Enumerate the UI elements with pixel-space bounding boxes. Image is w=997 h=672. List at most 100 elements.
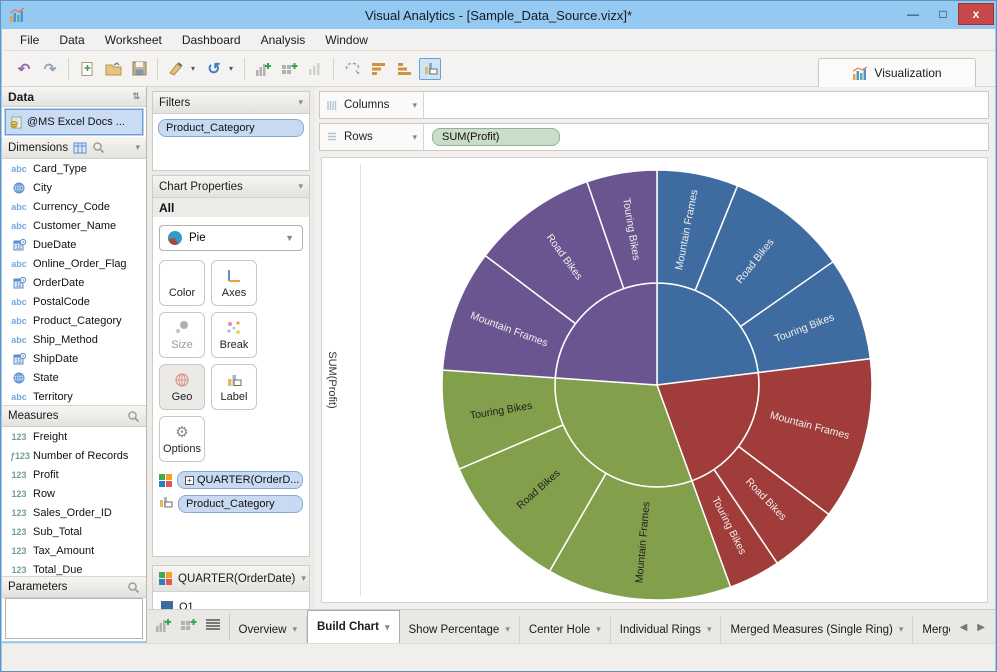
tab-merge-cut[interactable]: Merge	[913, 616, 949, 643]
options-button[interactable]: ⚙ Options	[159, 416, 205, 462]
dimension-item[interactable]: 12 DueDate	[2, 235, 146, 254]
tab-build-chart[interactable]: Build Chart ▾	[307, 610, 400, 643]
redo-button[interactable]: ↷	[39, 58, 61, 80]
label-view-button[interactable]	[419, 57, 441, 80]
new-dashboard-icon[interactable]	[180, 617, 197, 638]
parameters-header[interactable]: Parameters	[2, 577, 146, 598]
dimension-item[interactable]: State	[2, 368, 146, 387]
tab-caret-icon[interactable]: ▾	[899, 624, 904, 635]
columns-caret-icon[interactable]: ▾	[412, 100, 417, 111]
measures-header[interactable]: Measures	[2, 406, 146, 427]
measure-item[interactable]: 123 Sales_Order_ID	[2, 503, 146, 522]
tab-show-percentage[interactable]: Show Percentage ▾	[400, 616, 520, 643]
label-field-pill[interactable]: Product_Category	[178, 495, 303, 513]
search-icon[interactable]	[92, 141, 105, 154]
filters-header[interactable]: Filters ▾	[153, 92, 309, 114]
sort-ascending-button[interactable]	[367, 58, 389, 80]
minimize-button[interactable]: —	[898, 3, 928, 25]
title-bar[interactable]: Visual Analytics - [Sample_Data_Source.v…	[1, 1, 996, 29]
rows-shelf[interactable]: Rows ▾ SUM(Profit)	[319, 123, 989, 151]
refresh-caret[interactable]: ▾	[229, 64, 237, 73]
tab-caret-icon[interactable]: ▾	[707, 624, 712, 635]
rows-caret-icon[interactable]: ▾	[412, 132, 417, 143]
dimension-item[interactable]: abc Product_Category	[2, 311, 146, 330]
tab-scroll-left-icon[interactable]: ◀	[960, 622, 968, 633]
legend-caret-icon[interactable]: ▾	[301, 573, 306, 584]
data-connection-button[interactable]	[165, 58, 187, 80]
legend-header[interactable]: QUARTER(OrderDate) ▾	[153, 566, 309, 592]
tab-overview[interactable]: Overview ▾	[230, 616, 307, 643]
menu-analysis[interactable]: Analysis	[251, 31, 316, 49]
menu-file[interactable]: File	[10, 31, 49, 49]
label-button[interactable]: Label	[211, 364, 257, 410]
expand-icon[interactable]: +	[185, 476, 194, 485]
menu-data[interactable]: Data	[49, 31, 94, 49]
save-button[interactable]	[128, 58, 150, 80]
tab-caret-icon[interactable]: ▾	[292, 624, 297, 635]
data-panel-header[interactable]: Data ⇅	[2, 87, 146, 107]
measure-item[interactable]: 123 Row	[2, 484, 146, 503]
measure-item[interactable]: 123 Total_Due	[2, 560, 146, 576]
view-data-icon[interactable]	[73, 142, 87, 154]
measure-item[interactable]: 123 Sub_Total	[2, 522, 146, 541]
lasso-select-button[interactable]	[341, 58, 363, 80]
data-connection-item[interactable]: @MS Excel Docs ...	[4, 108, 144, 136]
tab-visualization[interactable]: Visualization	[818, 58, 976, 87]
maximize-button[interactable]: □	[928, 3, 958, 25]
data-connection-caret[interactable]: ▾	[191, 64, 199, 73]
undo-button[interactable]: ↶	[13, 58, 35, 80]
chart-properties-caret-icon[interactable]: ▾	[298, 181, 303, 192]
sheet-list-icon[interactable]	[205, 618, 221, 636]
new-worksheet-icon[interactable]	[155, 617, 172, 638]
dimensions-header[interactable]: Dimensions ▾	[2, 137, 146, 159]
measure-item[interactable]: 123 Profit	[2, 465, 146, 484]
close-button[interactable]: x	[958, 3, 994, 25]
measure-item[interactable]: 123 Freight	[2, 427, 146, 446]
chart-properties-header[interactable]: Chart Properties ▾	[153, 176, 309, 198]
refresh-button[interactable]: ↺	[203, 58, 225, 80]
add-dashboard-button[interactable]	[278, 58, 300, 80]
parameters-list[interactable]	[5, 598, 143, 639]
measure-item[interactable]: ƒ123 Number of Records	[2, 446, 146, 465]
dimension-item[interactable]: 12 ShipDate	[2, 349, 146, 368]
dimension-item[interactable]: abc Territory	[2, 387, 146, 405]
measure-item[interactable]: 123 Tax_Amount	[2, 541, 146, 560]
tab-center-hole[interactable]: Center Hole ▾	[520, 616, 611, 643]
chart-type-select[interactable]: Pie ▼	[159, 225, 303, 251]
columns-shelf[interactable]: Columns ▾	[319, 91, 989, 119]
dimension-item[interactable]: abc Card_Type	[2, 159, 146, 178]
tab-individual-rings[interactable]: Individual Rings ▾	[611, 616, 722, 643]
open-file-button[interactable]	[102, 58, 124, 80]
dimension-item[interactable]: abc Online_Order_Flag	[2, 254, 146, 273]
menu-window[interactable]: Window	[315, 31, 378, 49]
filters-caret-icon[interactable]: ▾	[298, 97, 303, 108]
menu-dashboard[interactable]: Dashboard	[172, 31, 251, 49]
break-button[interactable]: Break	[211, 312, 257, 358]
menu-worksheet[interactable]: Worksheet	[95, 31, 172, 49]
axes-button[interactable]: Axes	[211, 260, 257, 306]
dimensions-caret-icon[interactable]: ▾	[135, 142, 140, 153]
sort-descending-button[interactable]	[393, 58, 415, 80]
tab-scroll-right-icon[interactable]: ▶	[977, 622, 985, 633]
rows-pill-sum-profit[interactable]: SUM(Profit)	[432, 128, 560, 146]
dimension-item[interactable]: abc Customer_Name	[2, 216, 146, 235]
tab-caret-icon[interactable]: ▾	[385, 622, 390, 633]
color-button[interactable]: Color	[159, 260, 205, 306]
dimension-item[interactable]: City	[2, 178, 146, 197]
add-chart-button[interactable]	[252, 58, 274, 80]
dimension-item[interactable]: abc Ship_Method	[2, 330, 146, 349]
geo-button[interactable]: Geo	[159, 364, 205, 410]
filter-pill-product-category[interactable]: Product_Category	[158, 119, 304, 137]
search-icon[interactable]	[127, 410, 140, 423]
tab-caret-icon[interactable]: ▾	[505, 624, 510, 635]
color-field-pill[interactable]: + QUARTER(OrderD...	[177, 471, 303, 489]
dimension-item[interactable]: abc PostalCode	[2, 292, 146, 311]
tab-merged-measures[interactable]: Merged Measures (Single Ring) ▾	[721, 616, 914, 643]
updown-icon[interactable]: ⇅	[132, 91, 140, 102]
dimension-item[interactable]: abc Currency_Code	[2, 197, 146, 216]
tab-caret-icon[interactable]: ▾	[596, 624, 601, 635]
sunburst-chart[interactable]: Mountain Frames Road BikesTouring BikesMo…	[322, 158, 989, 604]
dimension-item[interactable]: 12 OrderDate	[2, 273, 146, 292]
search-icon[interactable]	[127, 581, 140, 594]
new-file-button[interactable]	[76, 58, 98, 80]
